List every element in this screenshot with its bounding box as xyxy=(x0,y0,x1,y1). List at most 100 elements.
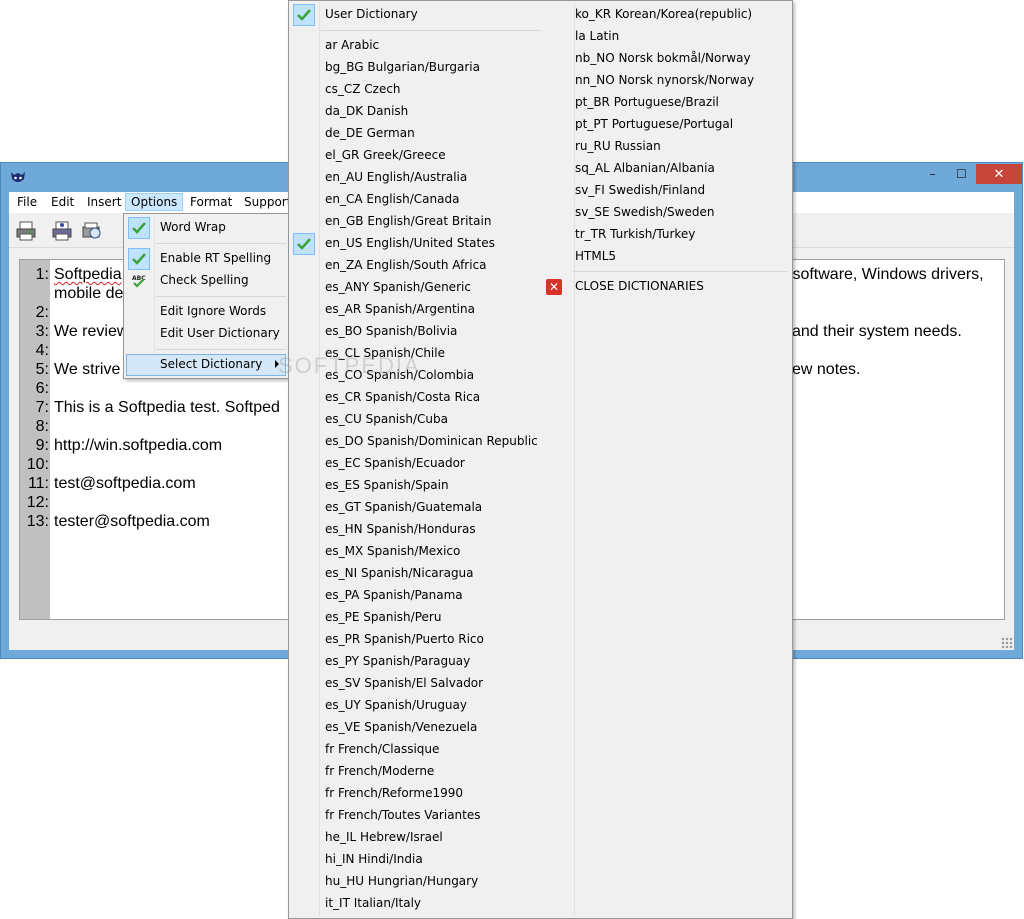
line-number: 10: xyxy=(26,456,49,473)
menu-file[interactable]: File xyxy=(17,195,37,209)
check-icon xyxy=(128,248,150,270)
check-icon xyxy=(128,217,150,239)
dictionary-item-ko-kr-korean-korea-republic[interactable]: ko_KR Korean/Korea(republic) xyxy=(541,4,791,26)
maximize-button[interactable]: ☐ xyxy=(947,164,976,184)
select-dictionary-item[interactable]: Select Dictionary xyxy=(126,354,286,376)
app-icon xyxy=(10,171,26,188)
dictionary-item-he-il-hebrew-israel[interactable]: he_IL Hebrew/Israel xyxy=(291,827,571,849)
dictionary-item-es-bo-spanish-bolivia[interactable]: es_BO Spanish/Bolivia xyxy=(291,321,571,343)
dictionary-item-fr-french-classique[interactable]: fr French/Classique xyxy=(291,739,571,761)
line-number: 12: xyxy=(26,494,49,511)
page-setup-icon[interactable] xyxy=(79,219,105,243)
menu-support[interactable]: Support xyxy=(244,195,291,209)
dictionary-item-es-mx-spanish-mexico[interactable]: es_MX Spanish/Mexico xyxy=(291,541,571,563)
dictionary-item-es-gt-spanish-guatemala[interactable]: es_GT Spanish/Guatemala xyxy=(291,497,571,519)
check-icon xyxy=(293,233,315,255)
dictionary-item-es-cr-spanish-costa-rica[interactable]: es_CR Spanish/Costa Rica xyxy=(291,387,571,409)
editor-line: We strive xyxy=(54,361,121,378)
dictionary-item-el-gr-greek-greece[interactable]: el_GR Greek/Greece xyxy=(291,145,571,167)
dictionary-item-es-es-spanish-spain[interactable]: es_ES Spanish/Spain xyxy=(291,475,571,497)
dictionary-item-hu-hu-hungrian-hungary[interactable]: hu_HU Hungrian/Hungary xyxy=(291,871,571,893)
dictionary-item-user-dictionary[interactable]: User Dictionary xyxy=(291,4,571,26)
dictionary-item-close-dictionaries[interactable]: ✕ CLOSE DICTIONARIES xyxy=(541,276,791,298)
spellcheck-icon: ABC xyxy=(128,270,150,292)
dictionary-item-es-pe-spanish-peru[interactable]: es_PE Spanish/Peru xyxy=(291,607,571,629)
dictionary-item-es-do-spanish-dominican-republic[interactable]: es_DO Spanish/Dominican Republic xyxy=(291,431,571,453)
line-number: 6: xyxy=(35,380,49,397)
editor-line: test@softpedia.com xyxy=(54,475,196,492)
dictionary-item-it-it-italian-italy[interactable]: it_IT Italian/Italy xyxy=(291,893,571,915)
dictionary-item-es-hn-spanish-honduras[interactable]: es_HN Spanish/Honduras xyxy=(291,519,571,541)
dictionary-item-en-ca-english-canada[interactable]: en_CA English/Canada xyxy=(291,189,571,211)
editor-line: We review xyxy=(54,323,129,340)
dictionary-item-nb-no-norsk-bokm-l-norway[interactable]: nb_NO Norsk bokmål/Norway xyxy=(541,48,791,70)
svg-text:ABC: ABC xyxy=(132,275,146,282)
dictionary-item-fr-french-toutes-variantes[interactable]: fr French/Toutes Variantes xyxy=(291,805,571,827)
editor-line: http://win.softpedia.com xyxy=(54,437,223,454)
menu-options[interactable]: Options xyxy=(125,193,184,211)
dictionary-item-en-us-english-united-states[interactable]: en_US English/United States xyxy=(291,233,571,255)
check-spelling-item[interactable]: ABC Check Spelling xyxy=(126,270,286,292)
editor-line-tail: ew notes. xyxy=(792,361,861,378)
dictionary-item-es-pa-spanish-panama[interactable]: es_PA Spanish/Panama xyxy=(291,585,571,607)
dictionary-item-sq-al-albanian-albania[interactable]: sq_AL Albanian/Albania xyxy=(541,158,791,180)
line-number: 8: xyxy=(35,418,49,435)
dictionary-item-en-au-english-australia[interactable]: en_AU English/Australia xyxy=(291,167,571,189)
dictionary-item-es-uy-spanish-uruguay[interactable]: es_UY Spanish/Uruguay xyxy=(291,695,571,717)
dictionary-item-tr-tr-turkish-turkey[interactable]: tr_TR Turkish/Turkey xyxy=(541,224,791,246)
dictionary-item-html5[interactable]: HTML5 xyxy=(541,246,791,268)
dictionary-item-es-sv-spanish-el-salvador[interactable]: es_SV Spanish/El Salvador xyxy=(291,673,571,695)
editor-line-wrap: mobile de xyxy=(54,285,124,302)
dictionary-item-es-ar-spanish-argentina[interactable]: es_AR Spanish/Argentina xyxy=(291,299,571,321)
options-menu: Word Wrap Enable RT Spelling ABC Check S… xyxy=(123,213,289,379)
resize-grip[interactable] xyxy=(1001,637,1013,649)
dictionary-submenu: User Dictionary ar Arabic bg_BG Bulgarian/… xyxy=(288,0,793,919)
menu-format[interactable]: Format xyxy=(190,195,232,209)
dictionary-item-es-ec-spanish-ecuador[interactable]: es_EC Spanish/Ecuador xyxy=(291,453,571,475)
print-icon[interactable] xyxy=(13,219,39,243)
editor-line-tail: c software, Windows drivers, xyxy=(780,266,984,283)
dictionary-item-en-gb-english-great-britain[interactable]: en_GB English/Great Britain xyxy=(291,211,571,233)
check-icon xyxy=(293,4,315,26)
line-number: 3: xyxy=(35,323,49,340)
close-button[interactable]: ✕ xyxy=(976,164,1022,184)
dictionary-item-sv-se-swedish-sweden[interactable]: sv_SE Swedish/Sweden xyxy=(541,202,791,224)
dictionary-item-ar-arabic[interactable]: ar Arabic xyxy=(291,35,571,57)
dictionary-item-fr-french-moderne[interactable]: fr French/Moderne xyxy=(291,761,571,783)
minimize-button[interactable]: – xyxy=(918,164,947,184)
line-number: 11: xyxy=(27,475,49,492)
dictionary-item-fr-french-reforme1990[interactable]: fr French/Reforme1990 xyxy=(291,783,571,805)
dictionary-item-la-latin[interactable]: la Latin xyxy=(541,26,791,48)
line-number: 9: xyxy=(35,437,49,454)
dictionary-item-es-ve-spanish-venezuela[interactable]: es_VE Spanish/Venezuela xyxy=(291,717,571,739)
dictionary-item-es-pr-spanish-puerto-rico[interactable]: es_PR Spanish/Puerto Rico xyxy=(291,629,571,651)
dictionary-item-nn-no-norsk-nynorsk-norway[interactable]: nn_NO Norsk nynorsk/Norway xyxy=(541,70,791,92)
menu-edit[interactable]: Edit xyxy=(51,195,74,209)
dictionary-item-bg-bg-bulgarian-burgaria[interactable]: bg_BG Bulgarian/Burgaria xyxy=(291,57,571,79)
dictionary-item-da-dk-danish[interactable]: da_DK Danish xyxy=(291,101,571,123)
dictionary-item-hi-in-hindi-india[interactable]: hi_IN Hindi/India xyxy=(291,849,571,871)
dictionary-item-es-cu-spanish-cuba[interactable]: es_CU Spanish/Cuba xyxy=(291,409,571,431)
dictionary-item-ru-ru-russian[interactable]: ru_RU Russian xyxy=(541,136,791,158)
close-icon: ✕ xyxy=(543,276,565,298)
editor-line-tail: and their system needs. xyxy=(792,323,962,340)
dictionary-item-pt-br-portuguese-brazil[interactable]: pt_BR Portuguese/Brazil xyxy=(541,92,791,114)
line-number: 7: xyxy=(35,399,49,416)
dictionary-item-pt-pt-portuguese-portugal[interactable]: pt_PT Portuguese/Portugal xyxy=(541,114,791,136)
dictionary-item-es-any-spanish-generic[interactable]: es_ANY Spanish/Generic xyxy=(291,277,571,299)
menu-insert[interactable]: Insert xyxy=(87,195,121,209)
editor-line: This is a Softpedia test. Softped xyxy=(54,399,280,416)
edit-user-dictionary-item[interactable]: Edit User Dictionary xyxy=(126,323,286,345)
dictionary-item-sv-fi-swedish-finland[interactable]: sv_FI Swedish/Finland xyxy=(541,180,791,202)
enable-rt-spelling-item[interactable]: Enable RT Spelling xyxy=(126,248,286,270)
word-wrap-item[interactable]: Word Wrap xyxy=(126,217,286,239)
line-number: 5: xyxy=(35,361,49,378)
dictionary-item-en-za-english-south-africa[interactable]: en_ZA English/South Africa xyxy=(291,255,571,277)
edit-ignore-words-item[interactable]: Edit Ignore Words xyxy=(126,301,286,323)
print-preview-icon[interactable] xyxy=(49,219,75,243)
editor-line: Softpedia xyxy=(54,266,122,283)
dictionary-item-es-ni-spanish-nicaragua[interactable]: es_NI Spanish/Nicaragua xyxy=(291,563,571,585)
dictionary-item-cs-cz-czech[interactable]: cs_CZ Czech xyxy=(291,79,571,101)
dictionary-item-de-de-german[interactable]: de_DE German xyxy=(291,123,571,145)
dictionary-item-es-py-spanish-paraguay[interactable]: es_PY Spanish/Paraguay xyxy=(291,651,571,673)
